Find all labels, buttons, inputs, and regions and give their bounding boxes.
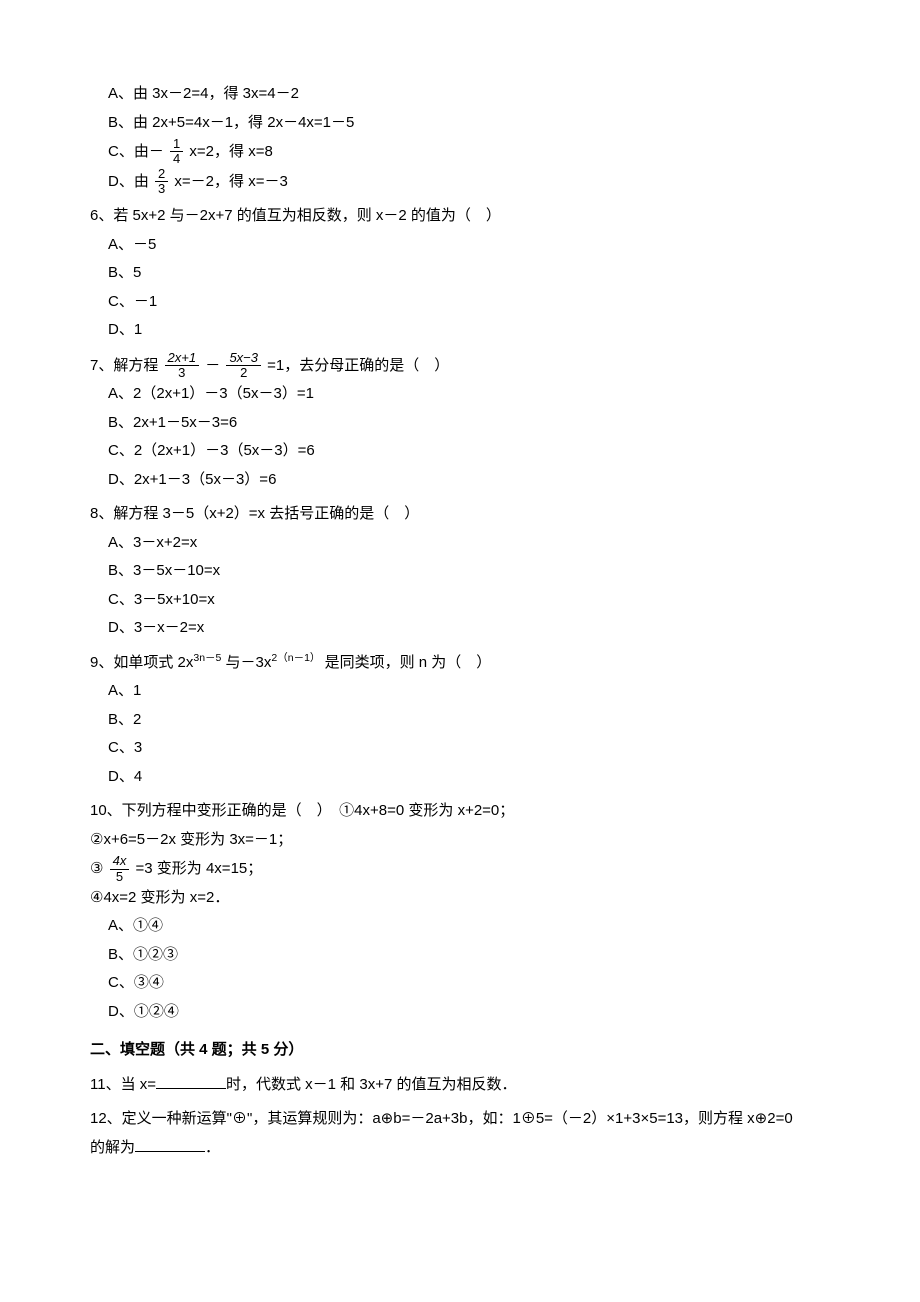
- q5-option-a: A、由 3x－2=4，得 3x=4－2: [90, 80, 830, 109]
- q10-option-a: A、①④: [90, 912, 830, 941]
- q9-option-a: A、1: [90, 677, 830, 706]
- frac-den: 4: [170, 152, 183, 166]
- q11-pre: 11、当 x=: [90, 1076, 156, 1093]
- section2-title: 二、填空题（共 4 题；共 5 分）: [90, 1036, 830, 1065]
- frac-num: 2x+1: [165, 351, 200, 366]
- q8-option-b: B、3－5x－10=x: [90, 557, 830, 586]
- frac-num: 5x−3: [226, 351, 261, 366]
- q12-line2-pre: 的解为: [90, 1139, 135, 1156]
- fraction-icon: 2 3: [155, 167, 168, 197]
- frac-den: 3: [165, 366, 200, 380]
- q8-text: 8、解方程 3－5（x+2）=x 去括号正确的是（ ）: [90, 500, 830, 529]
- frac-num: 1: [170, 137, 183, 152]
- fraction-icon: 5x−3 2: [226, 351, 261, 381]
- q9-option-d: D、4: [90, 763, 830, 792]
- blank-input[interactable]: [135, 1136, 205, 1152]
- q10-line3: ③ 4x 5 =3 变形为 4x=15；: [90, 854, 830, 884]
- q8-option-d: D、3－x－2=x: [90, 614, 830, 643]
- q6-text: 6、若 5x+2 与－2x+7 的值互为相反数，则 x－2 的值为（ ）: [90, 202, 830, 231]
- q9-exp2: 2（n－1）: [271, 652, 320, 664]
- q9-text: 9、如单项式 2x3n－5 与－3x2（n－1） 是同类项，则 n 为（ ）: [90, 649, 830, 678]
- q10-option-c: C、③④: [90, 969, 830, 998]
- q10-line3-post: =3 变形为 4x=15；: [136, 860, 263, 877]
- q12-line2: 的解为 ．: [90, 1134, 830, 1163]
- q5-option-d: D、由 2 3 x=－2，得 x=－3: [90, 167, 830, 197]
- blank-input[interactable]: [156, 1073, 226, 1089]
- q10-text: 10、下列方程中变形正确的是（ ） ①4x+8=0 变形为 x+2=0；: [90, 797, 830, 826]
- q8-option-c: C、3－5x+10=x: [90, 586, 830, 615]
- frac-num: 2: [155, 167, 168, 182]
- frac-num: 4x: [110, 854, 130, 869]
- frac-den: 2: [226, 366, 261, 380]
- q10-line3-pre: ③: [90, 860, 108, 877]
- q12-line1: 12、定义一种新运算"⊕"，其运算规则为：a⊕b=－2a+3b，如：1⊕5=（－…: [90, 1105, 830, 1134]
- q6-option-c: C、－1: [90, 288, 830, 317]
- q11-post: 时，代数式 x－1 和 3x+7 的值互为相反数．: [226, 1076, 516, 1093]
- q6-option-d: D、1: [90, 316, 830, 345]
- q10-line2: ②x+6=5－2x 变形为 3x=－1；: [90, 826, 830, 855]
- q10-option-b: B、①②③: [90, 941, 830, 970]
- q5d-post: x=－2，得 x=－3: [174, 172, 287, 189]
- q7-option-a: A、2（2x+1）－3（5x－3）=1: [90, 380, 830, 409]
- q6-option-a: A、－5: [90, 231, 830, 260]
- q12-line2-post: ．: [205, 1139, 220, 1156]
- q9-option-b: B、2: [90, 706, 830, 735]
- fraction-icon: 2x+1 3: [165, 351, 200, 381]
- q9-mid: 与－3x: [221, 654, 271, 671]
- q10-line4: ④4x=2 变形为 x=2．: [90, 884, 830, 913]
- q5-option-b: B、由 2x+5=4x－1，得 2x－4x=1－5: [90, 109, 830, 138]
- q9-pre: 9、如单项式 2x: [90, 654, 193, 671]
- q8-option-a: A、3－x+2=x: [90, 529, 830, 558]
- q7-post: =1，去分母正确的是（ ）: [267, 356, 449, 373]
- q5d-pre: D、由: [108, 172, 153, 189]
- q7-pre: 7、解方程: [90, 356, 163, 373]
- q7-option-d: D、2x+1－3（5x－3）=6: [90, 466, 830, 495]
- q7-option-c: C、2（2x+1）－3（5x－3）=6: [90, 437, 830, 466]
- q5c-pre: C、由－: [108, 143, 164, 160]
- fraction-icon: 4x 5: [110, 854, 130, 884]
- q5c-post: x=2，得 x=8: [189, 143, 272, 160]
- q7-option-b: B、2x+1－5x－3=6: [90, 409, 830, 438]
- frac-den: 5: [110, 870, 130, 884]
- q9-option-c: C、3: [90, 734, 830, 763]
- fraction-icon: 1 4: [170, 137, 183, 167]
- frac-den: 3: [155, 182, 168, 196]
- q7-mid1: －: [205, 356, 220, 373]
- q11: 11、当 x= 时，代数式 x－1 和 3x+7 的值互为相反数．: [90, 1071, 830, 1100]
- q6-option-b: B、5: [90, 259, 830, 288]
- q7-text: 7、解方程 2x+1 3 － 5x−3 2 =1，去分母正确的是（ ）: [90, 351, 830, 381]
- q5-option-c: C、由－ 1 4 x=2，得 x=8: [90, 137, 830, 167]
- q9-exp1: 3n－5: [193, 652, 221, 664]
- q9-post: 是同类项，则 n 为（ ）: [320, 654, 491, 671]
- q10-option-d: D、①②④: [90, 998, 830, 1027]
